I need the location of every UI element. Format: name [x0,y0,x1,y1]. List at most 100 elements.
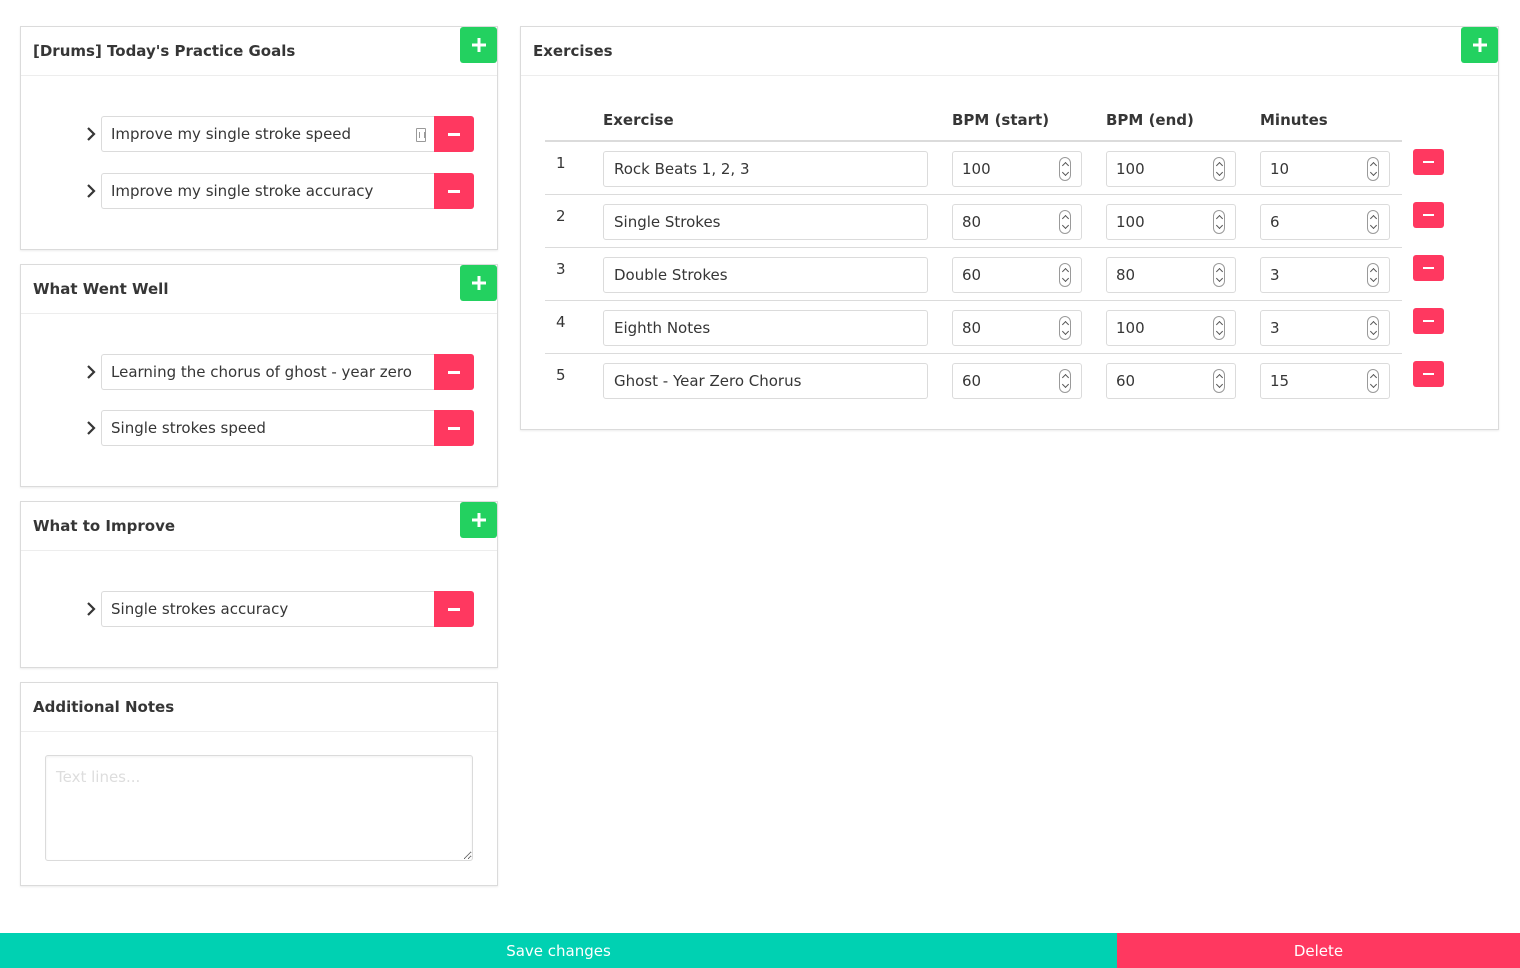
row-number: 5 [556,365,566,384]
bpm-end-input[interactable]: 100 [1106,203,1236,240]
plus-icon [1472,38,1487,52]
minutes-input[interactable]: 3 [1260,256,1390,293]
plus-icon [471,38,486,52]
minus-icon [448,370,460,374]
to-improve-item: Single strokes accuracy [81,591,474,627]
remove-exercise-button[interactable] [1413,361,1444,387]
to-improve-title: What to Improve [33,517,176,535]
add-exercise-button[interactable] [1461,27,1498,63]
column-header-bpm-end: BPM (end) [1106,109,1260,142]
spinner-icon[interactable] [1059,209,1071,234]
remove-exercise-button[interactable] [1413,255,1444,281]
bpm-end-input[interactable]: 100 [1106,309,1236,346]
bpm-end-input[interactable]: 60 [1106,362,1236,399]
minutes-input[interactable]: 6 [1260,203,1390,240]
spinner-icon[interactable] [1059,262,1071,287]
minutes-input[interactable]: 10 [1260,151,1390,187]
column-header-number [545,109,603,142]
spinner-icon[interactable] [1059,157,1071,181]
remove-exercise-button[interactable] [1413,202,1444,228]
table-row: 1 Rock Beats 1, 2, 3 100 100 10 [545,141,1474,195]
bpm-start-input[interactable]: 60 [952,362,1082,399]
spinner-icon[interactable] [1213,157,1225,181]
add-went-well-button[interactable] [460,265,497,301]
notes-title: Additional Notes [33,698,175,716]
minutes-input[interactable]: 15 [1260,362,1390,399]
spinner-icon[interactable] [1059,368,1071,393]
goals-header: [Drums] Today's Practice Goals [21,27,497,76]
add-to-improve-button[interactable] [460,502,497,538]
goal-item: Improve my single stroke accuracy [81,173,474,209]
row-number: 2 [545,194,603,248]
goal-input[interactable]: Improve my single stroke accuracy [101,173,434,209]
delete-button[interactable]: Delete [1117,933,1520,968]
minus-icon [448,426,460,430]
password-manager-icon[interactable] [416,128,426,142]
goal-input[interactable]: Improve my single stroke speed [101,116,434,152]
spinner-icon[interactable] [1367,262,1379,287]
exercises-table: Exercise BPM (start) BPM (end) Minutes 1… [545,109,1474,406]
exercise-name-input[interactable]: Single Strokes [603,203,928,240]
minutes-input[interactable]: 3 [1260,309,1390,346]
to-improve-card: What to Improve Single strokes accuracy [20,501,498,668]
remove-exercise-button[interactable] [1413,149,1444,175]
bpm-end-input[interactable]: 80 [1106,256,1236,293]
table-row: 4 Eighth Notes 80 100 3 [545,300,1474,354]
to-improve-input[interactable]: Single strokes accuracy [101,591,434,627]
remove-went-well-button[interactable] [434,410,474,446]
column-header-bpm-start: BPM (start) [952,109,1106,142]
bpm-start-input[interactable]: 100 [952,151,1082,187]
bpm-start-input[interactable]: 60 [952,256,1082,293]
column-header-minutes: Minutes [1260,109,1402,142]
spinner-icon[interactable] [1367,157,1379,181]
notes-header: Additional Notes [21,683,497,732]
exercise-name-input[interactable]: Ghost - Year Zero Chorus [603,362,928,399]
notes-textarea[interactable] [45,755,473,861]
spinner-icon[interactable] [1367,368,1379,393]
spinner-icon[interactable] [1367,209,1379,234]
save-changes-button[interactable]: Save changes [0,933,1117,968]
goals-title: [Drums] Today's Practice Goals [33,42,296,60]
minus-icon [448,132,460,136]
row-number: 1 [545,141,603,195]
spinner-icon[interactable] [1213,315,1225,340]
minus-icon [1423,320,1434,322]
minus-icon [1423,267,1434,269]
spinner-icon[interactable] [1367,315,1379,340]
table-header-row: Exercise BPM (start) BPM (end) Minutes [545,109,1474,142]
chevron-right-icon[interactable] [81,173,101,209]
exercise-name-input[interactable]: Rock Beats 1, 2, 3 [603,151,928,187]
went-well-input[interactable]: Learning the chorus of ghost - year zero [101,354,434,390]
add-goal-button[interactable] [460,27,497,63]
spinner-icon[interactable] [1213,262,1225,287]
plus-icon [471,513,486,527]
bpm-start-input[interactable]: 80 [952,203,1082,240]
bpm-start-input[interactable]: 80 [952,309,1082,346]
column-header-exercise: Exercise [603,109,952,142]
went-well-card: What Went Well Learning the chorus of gh… [20,264,498,487]
remove-exercise-button[interactable] [1413,308,1444,334]
remove-went-well-button[interactable] [434,354,474,390]
spinner-icon[interactable] [1213,368,1225,393]
table-row: 3 Double Strokes 60 80 3 [545,247,1474,301]
exercise-name-input[interactable]: Eighth Notes [603,309,928,346]
chevron-right-icon[interactable] [81,354,101,390]
chevron-right-icon[interactable] [81,116,101,152]
column-header-actions [1402,109,1474,141]
spinner-icon[interactable] [1213,209,1225,234]
went-well-item: Single strokes speed [81,410,474,446]
remove-goal-button[interactable] [434,173,474,209]
bpm-end-input[interactable]: 100 [1106,151,1236,187]
exercises-card: Exercises Exercise BPM (start) BPM (end)… [520,26,1499,430]
exercise-name-input[interactable]: Double Strokes [603,256,928,293]
goals-card: [Drums] Today's Practice Goals Improve m… [20,26,498,250]
went-well-input[interactable]: Single strokes speed [101,410,434,446]
remove-goal-button[interactable] [434,116,474,152]
chevron-right-icon[interactable] [81,591,101,627]
plus-icon [471,276,486,290]
remove-to-improve-button[interactable] [434,591,474,627]
spinner-icon[interactable] [1059,315,1071,340]
notes-card: Additional Notes [20,682,498,886]
chevron-right-icon[interactable] [81,410,101,446]
exercises-title: Exercises [533,42,613,60]
